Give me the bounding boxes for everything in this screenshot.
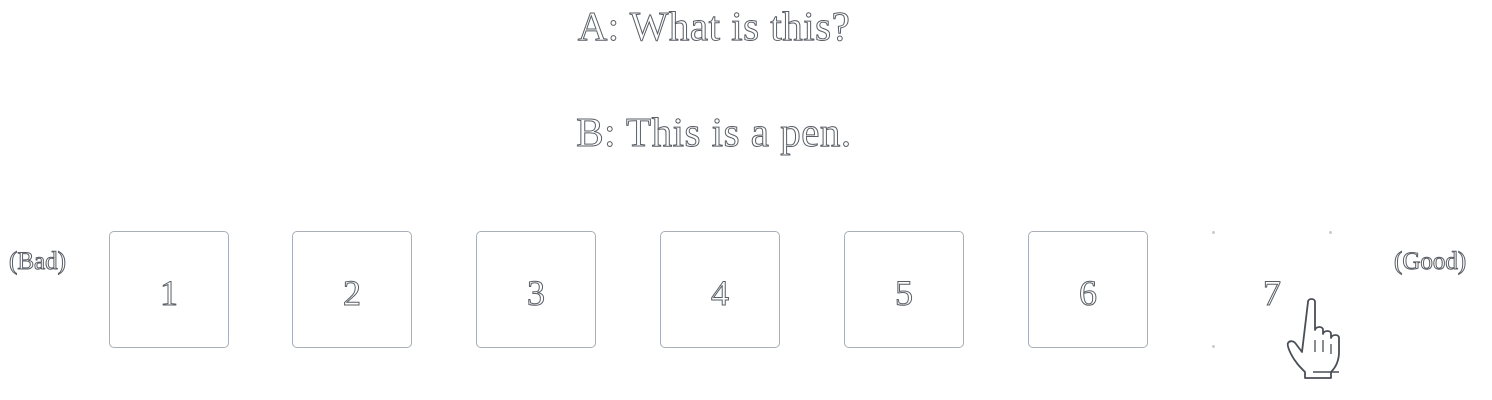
rating-option-label: 7 [1263,272,1282,313]
rating-option-4[interactable]: 4 [660,231,780,348]
scale-min-label: (Bad) [9,248,67,276]
scale-max-label: (Good) [1393,248,1467,276]
rating-option-label: 6 [1079,272,1098,313]
rating-option-label: 3 [527,272,546,313]
hand-pointer-icon [1286,298,1340,379]
rating-option-2[interactable]: 2 [292,231,412,348]
dialogue-line-a: A: What is this? [577,3,851,50]
rating-option-label: 5 [895,272,914,313]
rating-option-6[interactable]: 6 [1028,231,1148,348]
rating-option-1[interactable]: 1 [109,231,229,348]
rating-option-5[interactable]: 5 [844,231,964,348]
hover-corner-marker [1212,231,1215,234]
rating-option-label: 4 [711,272,730,313]
dialogue-line-b: B: This is a pen. [576,109,852,156]
rating-option-label: 2 [343,272,362,313]
rating-option-3[interactable]: 3 [476,231,596,348]
rating-option-label: 1 [160,272,179,313]
hover-corner-marker [1212,345,1215,348]
hover-corner-marker [1329,231,1332,234]
